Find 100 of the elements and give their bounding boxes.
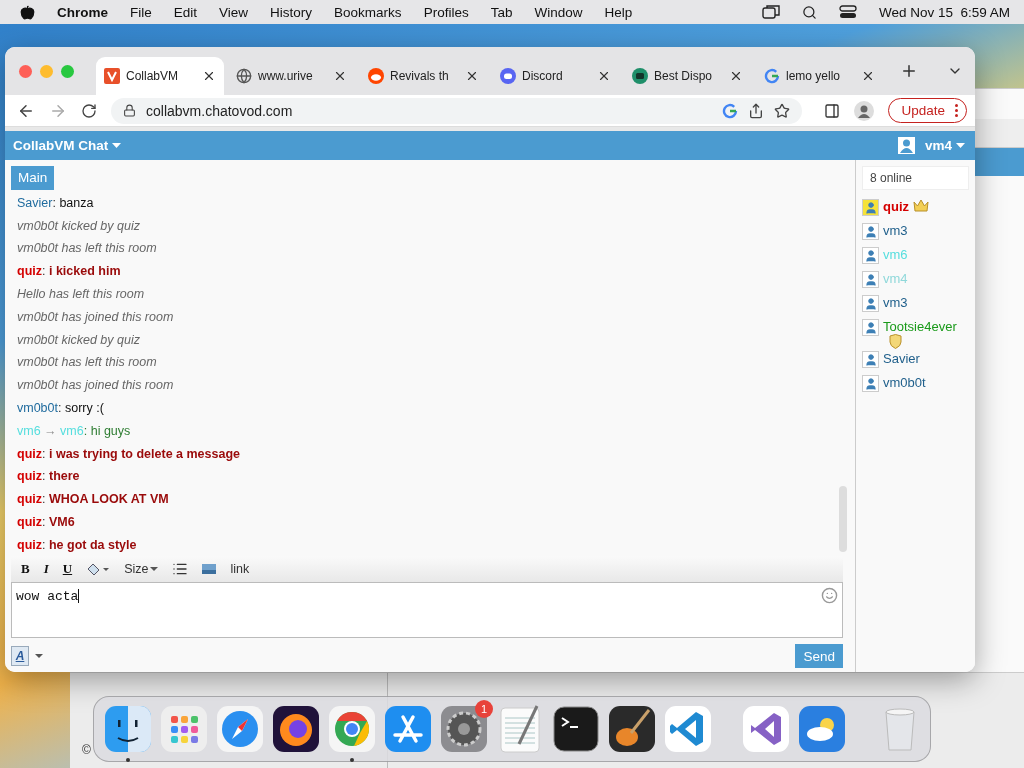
menu-item[interactable]: View: [219, 4, 249, 20]
menu-item[interactable]: Profiles: [423, 4, 469, 20]
user-avatar-icon: [862, 295, 879, 312]
update-button[interactable]: Update: [888, 98, 967, 123]
globe-icon: [236, 68, 252, 84]
browser-tab[interactable]: Discord: [492, 57, 620, 95]
message-author[interactable]: quiz: [17, 492, 42, 507]
message-author[interactable]: quiz: [17, 446, 42, 461]
message-author[interactable]: quiz: [17, 469, 42, 484]
user-name[interactable]: vm3: [883, 223, 908, 238]
search-icon[interactable]: [801, 4, 817, 20]
weather-icon[interactable]: [797, 704, 847, 754]
separator-text: :: [52, 195, 57, 210]
browser-tab[interactable]: Revivals th: [360, 57, 488, 95]
close-icon[interactable]: [202, 69, 216, 83]
menu-item[interactable]: Edit: [173, 4, 198, 20]
message-text: there: [48, 469, 80, 484]
caret-icon[interactable]: [35, 654, 43, 658]
smiling-face-icon[interactable]: [103, 704, 153, 754]
control-center-icon[interactable]: [838, 5, 857, 19]
user-name[interactable]: vm0b0t: [883, 375, 926, 390]
user-name[interactable]: quiz: [883, 199, 909, 214]
browser-tab[interactable]: CollabVM: [96, 57, 224, 95]
menu-item[interactable]: Bookmarks: [334, 4, 402, 20]
system-message: vm0b0t has joined this room: [17, 377, 175, 395]
close-icon[interactable]: [861, 69, 875, 83]
app-menu[interactable]: Chrome: [57, 4, 108, 20]
online-count: 8 online: [862, 166, 969, 190]
menu-item[interactable]: History: [270, 4, 313, 20]
user-name[interactable]: vm3: [883, 295, 908, 310]
caret-icon: [150, 566, 159, 571]
guitar-icon[interactable]: [607, 704, 657, 754]
format-button[interactable]: B: [21, 560, 30, 577]
message-author[interactable]: quiz: [17, 514, 42, 529]
message-input[interactable]: wow acta: [11, 581, 843, 638]
gear-icon[interactable]: [439, 704, 489, 754]
close-icon[interactable]: [333, 69, 347, 83]
clock[interactable]: Wed Nov 15 6:59 AM: [878, 4, 1010, 20]
reload-icon[interactable]: [81, 102, 97, 119]
running-indicator: [126, 758, 130, 762]
close-icon[interactable]: [597, 69, 611, 83]
user-name[interactable]: Savier: [883, 351, 920, 366]
user-name[interactable]: Tootsie4ever: [883, 319, 957, 334]
browser-tab[interactable]: Best Dispo: [624, 57, 752, 95]
close-icon[interactable]: [465, 69, 479, 83]
image-icon[interactable]: [202, 563, 217, 574]
system-message: vm0b0t has left this room: [17, 354, 158, 372]
user-avatar-icon: [862, 199, 879, 216]
browser-tab[interactable]: www.urive: [228, 57, 356, 95]
user-avatar-icon: [862, 351, 879, 368]
g-logo-icon: [764, 68, 780, 84]
link-button[interactable]: link: [230, 561, 250, 576]
close-icon[interactable]: [729, 69, 743, 83]
message-text: WHOA LOOK AT VM: [48, 492, 169, 507]
lock-icon: [123, 104, 136, 117]
separator-text: :: [42, 469, 47, 484]
text-color-button[interactable]: A: [11, 646, 29, 666]
address-bar[interactable]: collabvm.chatovod.com: [111, 97, 803, 124]
terminal-icon[interactable]: [551, 704, 601, 754]
system-message: vm0b0t has joined this room: [17, 308, 175, 326]
app-grid-icon[interactable]: [159, 704, 209, 754]
g-logo-icon: [722, 102, 739, 119]
size-dropdown[interactable]: Size: [124, 561, 159, 576]
scrollbar-thumb[interactable]: [839, 485, 847, 552]
message-text: he got da style: [48, 537, 137, 552]
paint-bucket-icon[interactable]: [86, 561, 111, 576]
chrome-logo-icon[interactable]: [327, 704, 377, 754]
shield-icon: [889, 334, 902, 349]
side-panel-icon[interactable]: [824, 102, 841, 119]
menu-item[interactable]: Window: [534, 4, 583, 20]
user-avatar-icon: [862, 319, 879, 336]
apple-logo-icon[interactable]: [20, 4, 35, 20]
notification-badge: 1: [475, 700, 493, 718]
format-button[interactable]: U: [62, 560, 73, 577]
message-text: VM6: [48, 514, 75, 529]
star-icon[interactable]: [774, 102, 791, 119]
user-avatar-icon: [862, 223, 879, 240]
profile-icon[interactable]: [854, 100, 875, 121]
compass-icon[interactable]: [215, 704, 265, 754]
message-author[interactable]: vm0b0t: [17, 400, 58, 415]
message-author[interactable]: quiz: [17, 264, 42, 279]
format-button[interactable]: I: [43, 560, 49, 577]
user-icon: [897, 137, 915, 154]
new-tab-icon[interactable]: [900, 62, 918, 80]
more-icon[interactable]: [955, 104, 958, 117]
separator-text: :: [83, 423, 89, 438]
share-icon[interactable]: [748, 102, 765, 119]
menu-item[interactable]: File: [130, 4, 152, 20]
app-store-icon[interactable]: [383, 704, 433, 754]
message-author[interactable]: quiz: [17, 537, 42, 552]
menu-item[interactable]: Tab: [490, 4, 513, 20]
system-message: vm0b0t has left this room: [17, 240, 158, 258]
window-stack-icon[interactable]: [761, 5, 780, 19]
code-editor-icon[interactable]: [663, 704, 713, 754]
caret-icon: [112, 143, 122, 148]
browser-tab[interactable]: lemo yello: [756, 57, 884, 95]
v-logo-icon: [104, 68, 120, 84]
separator-text: :: [58, 400, 63, 415]
smiley-icon[interactable]: [821, 586, 838, 604]
menu-item[interactable]: Help: [604, 4, 633, 20]
